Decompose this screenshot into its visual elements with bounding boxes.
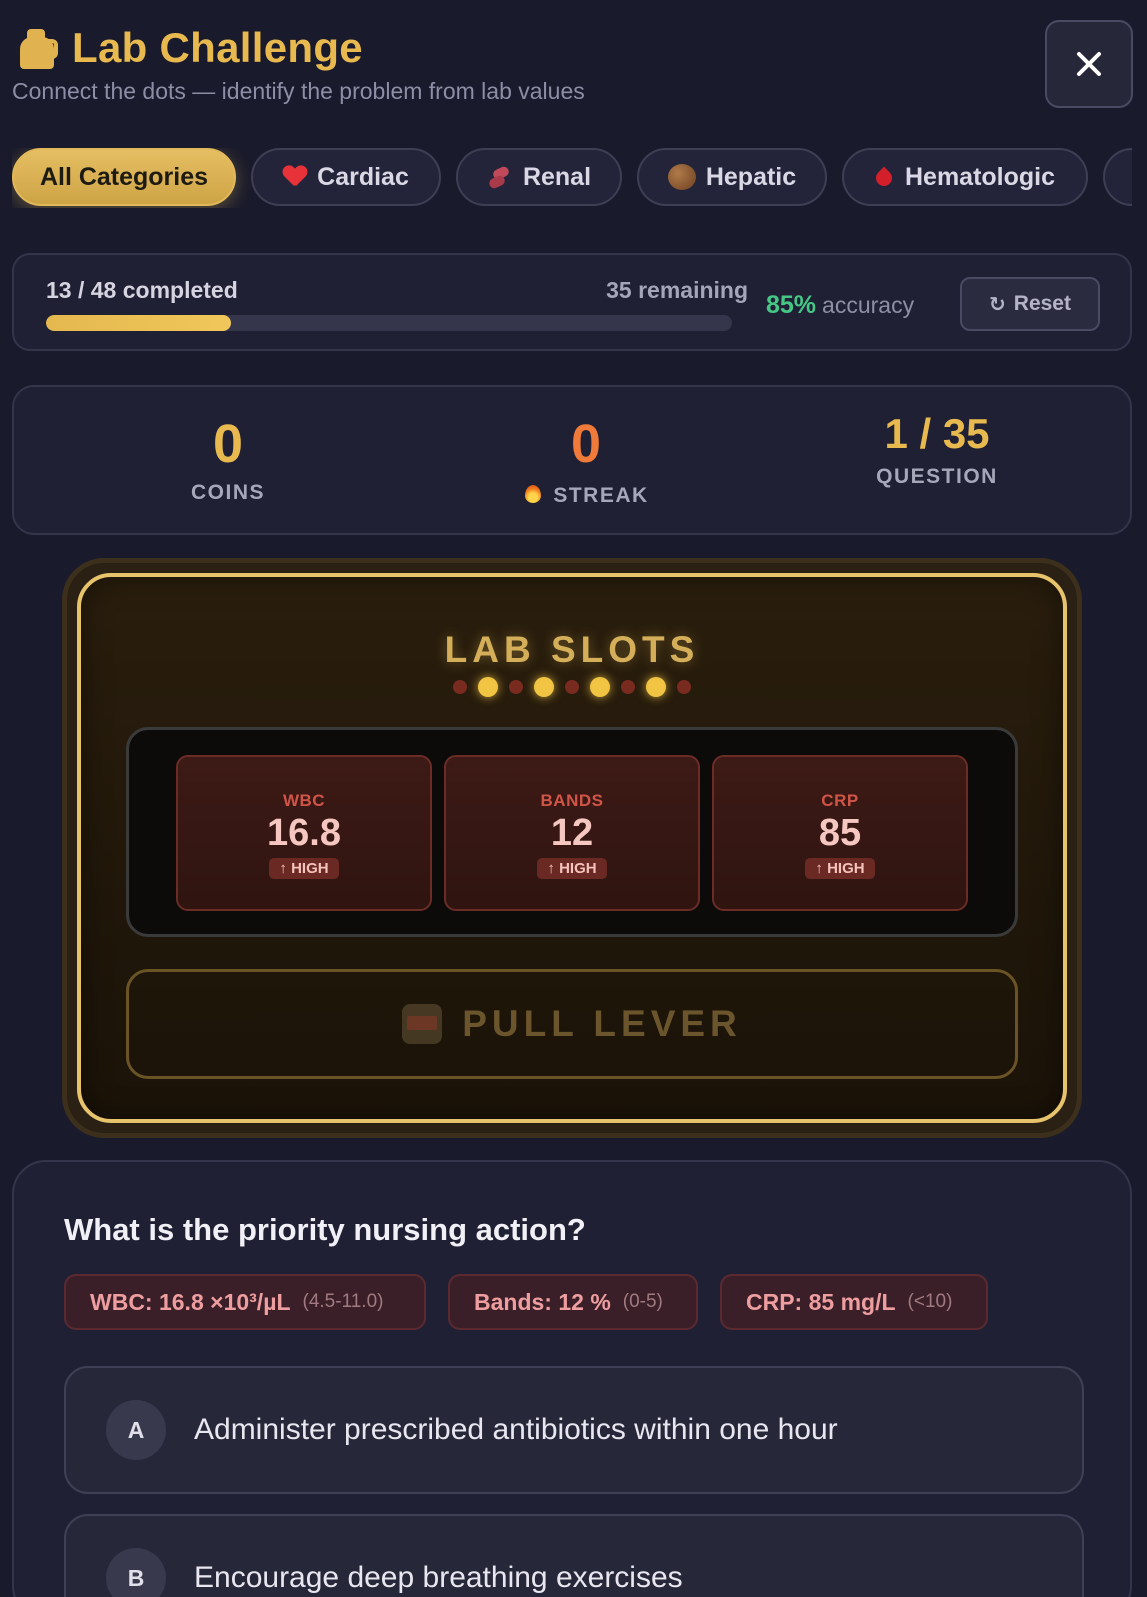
option-letter: A — [106, 1400, 166, 1460]
marquee-light-off — [509, 680, 523, 694]
answer-option-a[interactable]: A Administer prescribed antibiotics with… — [64, 1366, 1084, 1494]
category-tabs: All Categories Cardiac Renal Hepatic Hem… — [12, 148, 1132, 208]
pull-lever-button[interactable]: PULL LEVER — [126, 969, 1018, 1079]
header: Lab Challenge Connect the dots — identif… — [12, 18, 1132, 118]
high-badge: ↑ HIGH — [805, 858, 875, 879]
tab-label: Hematologic — [904, 162, 1056, 191]
question-label: QUESTION — [876, 465, 998, 488]
question-title: What is the priority nursing action? — [64, 1212, 586, 1247]
lab-chip-bands: Bands: 12 % (0-5) — [448, 1274, 698, 1330]
tab-hematologic[interactable]: Hematologic — [842, 148, 1088, 206]
marquee-lights — [81, 677, 1063, 697]
marquee-light-off — [453, 680, 467, 694]
reel-bands: BANDS 12 ↑ HIGH — [444, 755, 700, 911]
coins-label: COINS — [190, 481, 265, 504]
answer-option-b[interactable]: B Encourage deep breathing exercises — [64, 1514, 1084, 1597]
progress-bar-fill — [46, 315, 232, 331]
slot-title: LAB SLOTS — [444, 629, 700, 670]
streak-label-row: STREAK — [436, 481, 736, 508]
tab-label: Cardiac — [317, 162, 409, 191]
progress-card: 13 / 48 completed 35 remaining 85% accura… — [12, 253, 1132, 351]
tab-label: Renal — [522, 162, 592, 191]
reel-value: 16.8 — [267, 812, 341, 854]
marquee-light-on — [590, 677, 610, 697]
reel-window: WBC 16.8 ↑ HIGH BANDS 12 ↑ HIGH CRP 85 ↑… — [126, 727, 1018, 937]
chip-range: (4.5-11.0) — [302, 1291, 384, 1312]
chip-range: (0-5) — [622, 1291, 663, 1312]
marquee-light-off — [677, 680, 691, 694]
progress-bar — [46, 315, 732, 331]
marquee-light-off — [621, 680, 635, 694]
accuracy-readout: 85% accuracy — [766, 291, 914, 320]
completed-count: 13 / 48 completed — [46, 277, 238, 303]
tab-renal[interactable]: Renal — [456, 148, 622, 206]
tab-label: Hepatic — [705, 162, 797, 191]
stats-card: 0 COINS 0 STREAK 1 / 35 QUESTION — [12, 385, 1132, 535]
tab-cardiac[interactable]: Cardiac — [251, 148, 441, 206]
chip-value: Bands: 12 % — [474, 1288, 611, 1315]
reel-label: CRP — [821, 791, 859, 810]
reel-label: BANDS — [540, 791, 604, 810]
lab-challenge-page: Lab Challenge Connect the dots — identif… — [0, 0, 1147, 1597]
reset-button[interactable]: ↻ Reset — [960, 277, 1100, 331]
coins-value: 0 — [212, 414, 244, 474]
chip-range: (<10) — [907, 1291, 953, 1312]
reel-wbc: WBC 16.8 ↑ HIGH — [176, 755, 432, 911]
kidney-icon — [487, 165, 513, 190]
marquee-light-on — [646, 677, 666, 697]
question-stat: 1 / 35 QUESTION — [787, 413, 1087, 489]
slot-machine: LAB SLOTS WBC 16.8 ↑ HIGH BANDS 12 ↑ HIG… — [62, 558, 1082, 1138]
question-counter: 1 / 35 — [884, 410, 990, 457]
lab-chip-wbc: WBC: 16.8 ×10³/µL (4.5-11.0) — [64, 1274, 426, 1330]
reel-label: WBC — [282, 791, 326, 810]
blood-drop-icon — [875, 164, 893, 190]
page-subtitle: Connect the dots — identify the problem … — [12, 78, 585, 104]
accuracy-value: 85% — [766, 291, 817, 319]
reel-value: 85 — [818, 812, 862, 854]
streak-label: STREAK — [553, 484, 649, 507]
title-row: Lab Challenge — [14, 24, 363, 72]
page-title: Lab Challenge — [72, 24, 363, 71]
tab-label: All Categories — [39, 162, 209, 191]
slot-machine-icon — [402, 1004, 443, 1044]
pull-lever-label: PULL LEVER — [462, 1003, 742, 1044]
tab-all-categories[interactable]: All Categories — [12, 148, 236, 206]
question-card: What is the priority nursing action? WBC… — [12, 1160, 1132, 1597]
lab-chip-crp: CRP: 85 mg/L (<10) — [720, 1274, 988, 1330]
remaining-count: 35 remaining — [606, 277, 748, 303]
tab-hepatic[interactable]: Hepatic — [637, 148, 827, 206]
close-icon — [1077, 52, 1101, 76]
streak-value: 0 — [570, 414, 602, 474]
tab-more[interactable] — [1103, 148, 1132, 206]
heart-icon — [283, 166, 307, 188]
high-badge: ↑ HIGH — [269, 858, 339, 879]
reset-label: Reset — [1013, 292, 1071, 315]
reset-icon: ↻ — [989, 293, 1006, 316]
coins-stat: 0 COINS — [78, 417, 378, 505]
chip-value: WBC: 16.8 ×10³/µL — [90, 1288, 291, 1315]
option-text: Encourage deep breathing exercises — [194, 1561, 683, 1594]
chip-value: CRP: 85 mg/L — [746, 1288, 896, 1315]
streak-stat: 0 STREAK — [436, 417, 736, 508]
accuracy-label: accuracy — [822, 292, 915, 318]
option-letter: B — [106, 1548, 166, 1597]
reel-value: 12 — [550, 812, 594, 854]
high-badge: ↑ HIGH — [537, 858, 607, 879]
option-text: Administer prescribed antibiotics within… — [194, 1413, 838, 1446]
lab-flask-icon — [14, 25, 60, 71]
close-button[interactable] — [1045, 20, 1133, 108]
marquee-light-on — [478, 677, 498, 697]
reel-crp: CRP 85 ↑ HIGH — [712, 755, 968, 911]
marquee-light-on — [534, 677, 554, 697]
flame-icon — [523, 481, 543, 505]
liver-icon — [667, 164, 696, 190]
marquee-light-off — [565, 680, 579, 694]
slot-machine-frame: LAB SLOTS WBC 16.8 ↑ HIGH BANDS 12 ↑ HIG… — [77, 573, 1067, 1123]
